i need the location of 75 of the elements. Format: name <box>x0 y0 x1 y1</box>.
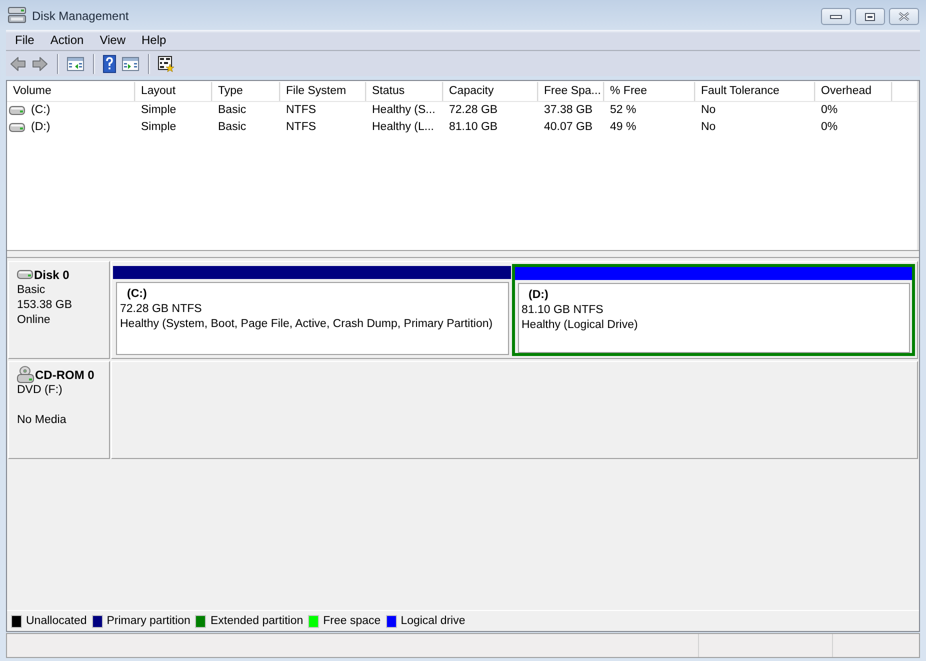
column-header[interactable]: Capacity <box>443 82 538 101</box>
disk-name: Disk 0 <box>34 268 70 282</box>
legend-label: Free space <box>323 615 381 627</box>
table-cell-text: Simple <box>140 103 178 118</box>
legend-label: Primary partition <box>106 615 190 627</box>
drive-icon <box>9 106 25 115</box>
volume-label: (D:) <box>31 120 50 135</box>
help-icon[interactable] <box>103 54 116 72</box>
table-cell-text: 0% <box>820 103 839 118</box>
table-row[interactable]: (C:) Simple Basic NTFS Healthy (S... 72.28 GB 37.38 GB 52 % No 0% <box>7 102 919 119</box>
volume-label: (C:) <box>31 103 50 118</box>
menu-item[interactable]: View <box>92 30 134 50</box>
table-cell-text: Healthy (S... <box>371 103 436 118</box>
maximize-button[interactable] <box>855 8 885 25</box>
close-button[interactable] <box>889 8 919 25</box>
disk-size: 153.38 GB <box>17 298 73 313</box>
volume-status: Healthy (System, Boot, Page File, Active, Crash Dump, Primary Partition) <box>120 317 494 332</box>
table-cell-text: No <box>700 103 717 118</box>
column-header[interactable]: File System <box>280 82 366 101</box>
column-header[interactable]: % Free <box>604 82 695 101</box>
back-arrow-icon[interactable] <box>10 56 26 72</box>
column-header[interactable]: Volume <box>7 82 135 101</box>
table-row[interactable]: (D:) Simple Basic NTFS Healthy (L... 81.10 GB 40.07 GB 49 % No 0% <box>7 119 919 136</box>
volume-box[interactable]: (C:) 72.28 GB NTFS Healthy (System, Boot, Page File, Active, Crash Dump, Primary Partition) <box>116 282 508 355</box>
drive-icon <box>17 270 33 279</box>
disk-type: DVD (F:) <box>17 383 64 398</box>
column-header[interactable]: Type <box>212 82 280 101</box>
table-cell-text: NTFS <box>285 120 318 135</box>
table-cell-text: 40.07 GB <box>543 120 594 135</box>
disk-type: Basic <box>17 283 46 298</box>
legend-label: Unallocated <box>26 615 87 627</box>
column-header[interactable]: Free Spa... <box>538 82 604 101</box>
table-cell-text: Basic <box>217 120 248 135</box>
volume-size: 72.28 GB NTFS <box>120 302 203 317</box>
volume-status: Healthy (Logical Drive) <box>522 318 639 333</box>
volume-box[interactable]: (D:) 81.10 GB NTFS Healthy (Logical Drive) <box>518 283 910 353</box>
column-header[interactable]: Overhead <box>815 82 892 101</box>
disk-status: No Media <box>17 413 68 428</box>
table-cell-text: 49 % <box>609 120 638 135</box>
minimize-icon <box>830 14 842 18</box>
table-cell-text: Healthy (L... <box>371 120 435 135</box>
forward-arrow-icon[interactable] <box>32 56 48 72</box>
disk-info-panel[interactable]: CD-ROM 0 DVD (F:) No Media <box>8 361 110 459</box>
table-cell-text: Basic <box>217 103 248 118</box>
table-cell-text: Simple <box>140 120 178 135</box>
disk-info-panel[interactable]: Disk 0 Basic 153.38 GB Online <box>8 261 110 359</box>
table-cell-text: NTFS <box>285 103 318 118</box>
legend-label: Logical drive <box>400 615 466 627</box>
table-cell-text: 81.10 GB <box>448 120 499 135</box>
table-cell-text: No <box>700 120 717 135</box>
column-header[interactable]: Layout <box>135 82 212 101</box>
volume-size: 81.10 GB NTFS <box>522 303 604 318</box>
table-cell-text: 37.38 GB <box>543 103 594 118</box>
window-title: Disk Management <box>32 8 130 23</box>
column-header[interactable]: Status <box>366 82 443 101</box>
disc-drive-icon <box>17 366 34 383</box>
maximize-icon <box>865 12 875 20</box>
table-cell-text: 72.28 GB <box>448 103 499 118</box>
minimize-button[interactable] <box>821 8 851 25</box>
drive-stack-icon <box>8 7 26 23</box>
window-pane-icon[interactable] <box>67 56 84 70</box>
table-cell-text: 52 % <box>609 103 638 118</box>
drive-icon <box>9 123 25 132</box>
legend-label: Extended partition <box>210 615 304 627</box>
volume-name: (C:) <box>126 287 148 302</box>
disk-status: Online <box>17 313 52 328</box>
volume-name: (D:) <box>528 288 550 303</box>
disk-name: CD-ROM 0 <box>35 368 94 382</box>
column-header[interactable]: Fault Tolerance <box>695 82 815 101</box>
menu-item[interactable]: Action <box>42 30 92 50</box>
table-cell-text: 0% <box>820 120 839 135</box>
close-icon <box>898 12 910 21</box>
window-pane-icon[interactable] <box>122 56 139 70</box>
menu-item[interactable]: File <box>7 30 42 50</box>
menu-item[interactable]: Help <box>134 30 174 50</box>
